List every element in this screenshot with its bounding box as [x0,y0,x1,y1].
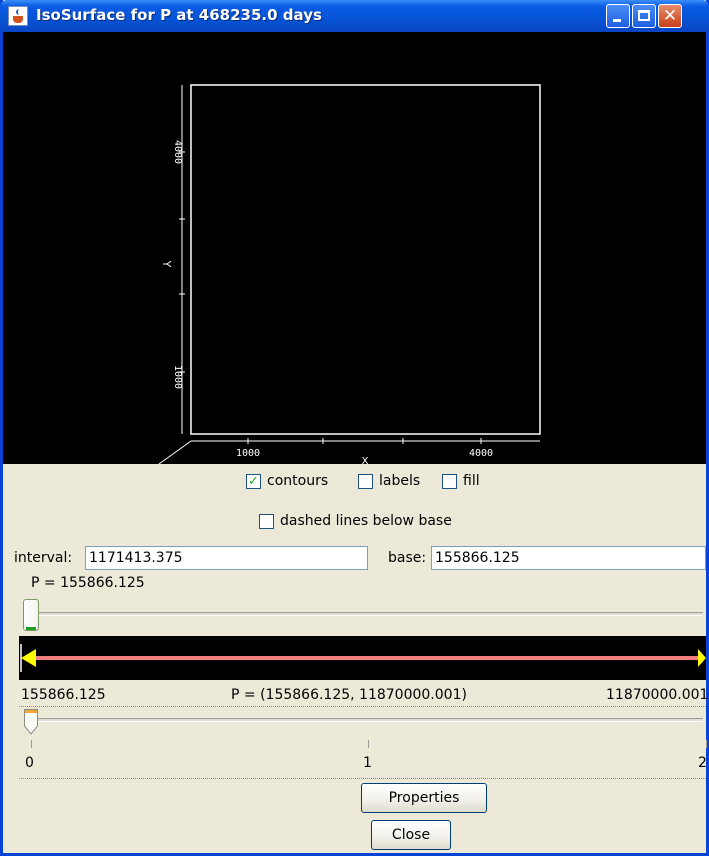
y-tick-label-top: 4000 [172,140,183,164]
minimize-icon [613,19,621,22]
close-icon: ✕ [662,6,678,26]
level-slider-thumb[interactable] [23,599,39,631]
divider-line [19,778,706,779]
time-slider-thumb[interactable] [23,708,39,736]
time-tick-1 [368,740,369,748]
maximize-icon [638,10,650,21]
labels-label: labels [379,473,421,489]
plot-canvas[interactable]: 4000 1000 Y 1000 4000 X [3,32,706,467]
time-tick-0 [31,740,32,748]
range-center-label: P = (155866.125, 11870000.001) [231,687,467,703]
range-max-arrow-icon[interactable] [698,649,706,667]
contours-checkbox[interactable]: ✓ [246,474,261,489]
interval-label: interval: [14,550,73,566]
checkmark-icon: ✓ [248,474,259,489]
level-value-label: P = 155866.125 [31,575,145,591]
properties-button[interactable]: Properties [361,783,487,813]
time-slider-thumb-highlight [25,710,37,713]
contours-label: contours [267,473,329,489]
range-min-label: 155866.125 [21,687,106,703]
divider-line [19,706,706,707]
interval-input[interactable] [85,546,368,570]
time-tick-label-2: 2 [698,755,707,771]
time-slider-track[interactable] [33,718,703,722]
time-tick-label-1: 1 [363,755,372,771]
range-max-label: 11870000.001 [606,687,709,703]
range-svg [20,644,706,672]
window-title: IsoSurface for P at 468235.0 days [36,6,322,24]
maximize-button[interactable] [632,4,656,28]
y-axis-label: Y [160,260,173,268]
dashed-lines-label: dashed lines below base [280,513,452,529]
java-icon [8,6,28,26]
plot-svg: 4000 1000 Y 1000 4000 X [158,84,541,467]
minimize-button[interactable] [606,4,630,28]
base-label: base: [388,550,427,566]
time-tick-label-0: 0 [25,755,34,771]
time-slider-thumb-shape [24,709,38,735]
base-input[interactable] [431,546,706,570]
level-slider-track[interactable] [27,612,703,616]
title-bar[interactable]: IsoSurface for P at 468235.0 days ✕ [0,0,709,32]
close-button[interactable]: Close [371,820,451,850]
y-tick-label-bottom: 1000 [172,365,183,389]
isosurface-window: IsoSurface for P at 468235.0 days ✕ 4000… [0,0,709,856]
plot-frame [190,84,541,435]
x-tick-label-right: 4000 [469,448,493,459]
dashed-lines-checkbox[interactable] [259,514,274,529]
time-tick-2 [706,740,707,748]
range-bar[interactable] [19,636,706,680]
close-window-button[interactable]: ✕ [658,4,682,28]
labels-checkbox[interactable] [358,474,373,489]
x-axis-label: X [362,456,369,464]
x-tick-label-left: 1000 [236,448,260,459]
fill-label: fill [463,473,480,489]
z-axis-line [158,440,192,465]
range-min-arrow-icon[interactable] [21,649,36,667]
fill-checkbox[interactable] [442,474,457,489]
